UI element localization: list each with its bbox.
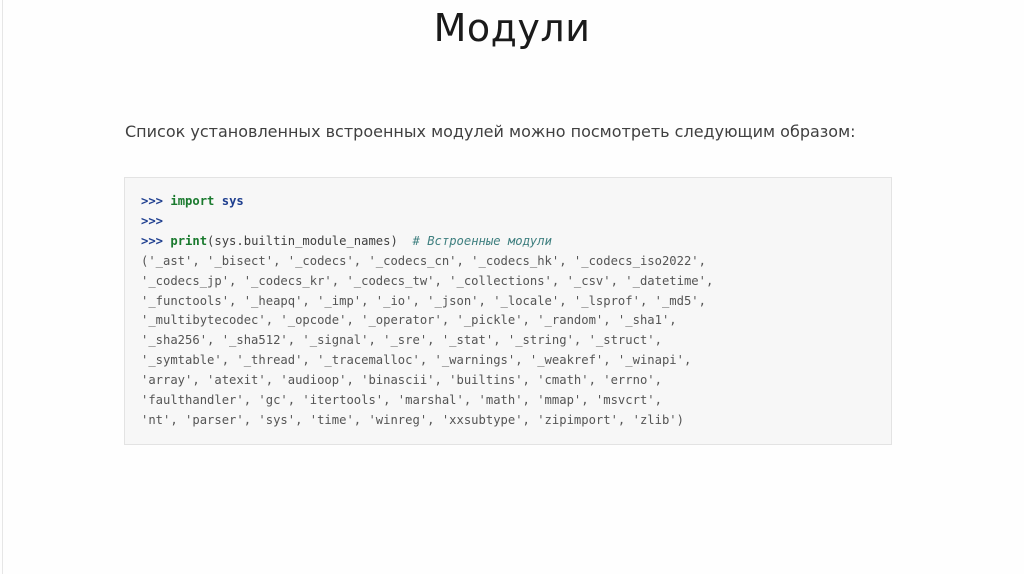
output-line: ('_ast', '_bisect', '_codecs', '_codecs_…: [141, 253, 706, 268]
slide-left-border: [2, 0, 3, 574]
output-line: '_codecs_jp', '_codecs_kr', '_codecs_tw'…: [141, 273, 714, 288]
import-keyword: import: [170, 194, 215, 208]
code-block: >>> import sys >>> >>> print(sys.builtin…: [124, 177, 892, 445]
print-function: print: [170, 233, 208, 248]
slide: Модули Список установленных встроенных м…: [0, 0, 1024, 574]
output-line: '_symtable', '_thread', '_tracemalloc', …: [141, 353, 692, 368]
code-comment: # Встроенные модули: [412, 233, 552, 248]
intro-text: Список установленных встроенных модулей …: [125, 122, 856, 141]
module-name: sys: [221, 194, 244, 208]
output-line: '_sha256', '_sha512', '_signal', '_sre',…: [141, 333, 662, 348]
prompt: >>>: [141, 233, 164, 248]
code-line-empty: >>>: [141, 212, 891, 232]
output-line: '_functools', '_heapq', '_imp', '_io', '…: [141, 293, 706, 308]
code-line-print: >>> print(sys.builtin_module_names) # Вс…: [141, 232, 891, 252]
print-args: (sys.builtin_module_names): [207, 233, 398, 248]
prompt: >>>: [141, 194, 164, 208]
code-line-import: >>> import sys: [141, 192, 891, 212]
output-line: 'faulthandler', 'gc', 'itertools', 'mars…: [141, 393, 662, 408]
output-line: 'array', 'atexit', 'audioop', 'binascii'…: [141, 373, 662, 388]
prompt: >>>: [141, 213, 164, 228]
slide-title: Модули: [433, 6, 591, 50]
output-line: 'nt', 'parser', 'sys', 'time', 'winreg',…: [141, 412, 684, 427]
output-line: '_multibytecodec', '_opcode', '_operator…: [141, 313, 677, 328]
